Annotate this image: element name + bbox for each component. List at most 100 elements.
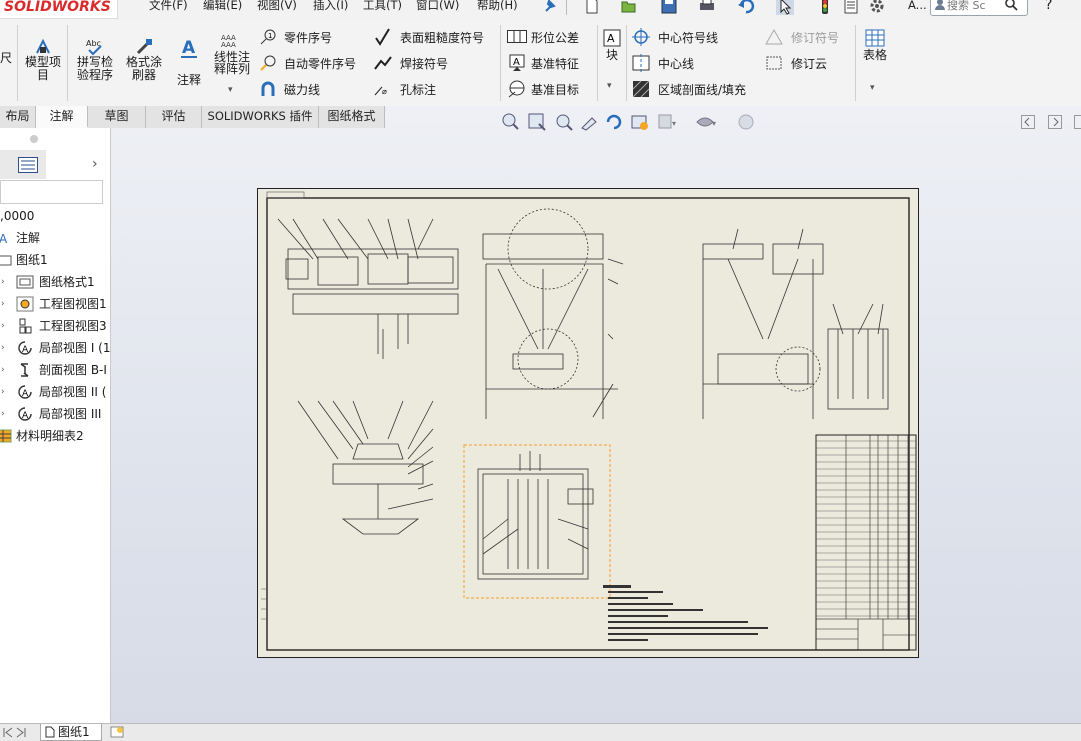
block-icon: A — [603, 29, 621, 47]
zoom-to-fit-icon[interactable] — [500, 112, 520, 132]
revision-cloud-button[interactable]: 修订云 — [763, 53, 853, 73]
undo-icon[interactable] — [737, 0, 755, 15]
tree-item-section-view-b[interactable]: › 剖面视图 B-I — [0, 359, 110, 381]
save-icon[interactable] — [660, 0, 678, 15]
smart-dimension-label[interactable]: 尺 — [0, 49, 12, 66]
options-gear-icon[interactable] — [868, 0, 886, 15]
balloon-button[interactable]: 1 零件序号 — [258, 27, 378, 47]
magnetic-line-button[interactable]: 磁力线 — [258, 79, 378, 99]
pin-icon[interactable] — [540, 0, 558, 15]
panel-grip[interactable] — [30, 135, 38, 143]
open-icon[interactable] — [620, 0, 638, 15]
menu-overflow[interactable]: A... — [908, 0, 927, 13]
gtol-button[interactable]: 形位公差 — [505, 27, 595, 47]
drawing-content — [261, 191, 917, 651]
table-button[interactable]: 表格 ▾ — [858, 29, 892, 101]
centerline-button[interactable]: 中心线 — [630, 53, 760, 73]
traffic-light-icon[interactable] — [816, 0, 834, 15]
collapse-right-icon[interactable] — [1048, 115, 1062, 129]
chevron-right-icon[interactable]: › — [92, 156, 98, 172]
tab-sheet-format[interactable]: 图纸格式 — [319, 106, 385, 128]
sheet-tab-sheet1[interactable]: 图纸1 — [40, 724, 102, 741]
tree-item-drawing-view1[interactable]: › 工程图视图1 — [0, 293, 110, 315]
file-properties-icon[interactable] — [842, 0, 860, 15]
expand-arrow-icon[interactable]: › — [1, 293, 5, 315]
menu-window[interactable]: 窗口(W) — [416, 0, 459, 13]
tree-item-detail-view-i[interactable]: › A 局部视图 I (1 — [0, 337, 111, 359]
help-button[interactable]: ? — [1045, 0, 1052, 13]
collapse-left-icon[interactable] — [1021, 115, 1035, 129]
view-settings-icon[interactable] — [630, 112, 650, 132]
tree-item-detail-view-ii[interactable]: › A 局部视图 II ( — [0, 381, 110, 403]
note-icon: A — [181, 38, 197, 58]
rotate-icon[interactable] — [604, 112, 624, 132]
expand-arrow-icon[interactable]: › — [1, 271, 5, 293]
pan-icon[interactable] — [580, 112, 600, 132]
feature-manager-tree: › ,0000 A 注解 图纸1 › 图纸格式1 › 工程图视图1 › 工程图视… — [0, 128, 111, 723]
task-pane-toggle[interactable] — [1074, 115, 1081, 129]
spell-check-button[interactable]: Abc 拼写检验程序 — [73, 37, 117, 99]
datum-target-label: 基准目标 — [531, 83, 580, 97]
expand-arrow-icon[interactable]: › — [1, 403, 5, 425]
menu-view[interactable]: 视图(V) — [257, 0, 297, 13]
solidworks-logo[interactable]: SOLIDWORKS — [0, 0, 118, 19]
center-mark-button[interactable]: 中心符号线 — [630, 27, 760, 47]
note-button[interactable]: A 注释 — [172, 37, 206, 99]
menu-insert[interactable]: 插入(I) — [313, 0, 348, 13]
menu-edit[interactable]: 编辑(E) — [203, 0, 242, 13]
drawing-sheet[interactable] — [257, 188, 919, 658]
datum-target-button[interactable]: 基准目标 — [505, 79, 595, 99]
surface-finish-button[interactable]: 表面粗糙度符号 — [372, 27, 497, 47]
first-sheet-icon[interactable] — [2, 727, 14, 738]
tree-item-detail-view-iii[interactable]: › A 局部视图 III — [0, 403, 117, 425]
datum-feature-button[interactable]: A 基准特征 — [505, 53, 595, 73]
sheet-format-icon — [16, 275, 34, 289]
display-style-icon[interactable]: ▾ — [657, 112, 679, 132]
tree-filter-input[interactable] — [0, 180, 103, 204]
chevron-down-icon[interactable]: ▾ — [228, 85, 233, 95]
expand-arrow-icon[interactable]: › — [1, 381, 5, 403]
block-button[interactable]: A 块 ▾ — [600, 29, 624, 101]
balloon-label: 零件序号 — [284, 31, 333, 45]
linear-note-pattern-button[interactable]: AAA AAA 线性注释阵列 ▾ — [210, 33, 254, 101]
model-items-label: 模型项目 — [24, 55, 61, 82]
chevron-down-icon[interactable]: ▾ — [870, 83, 875, 93]
tab-sketch[interactable]: 草图 — [88, 106, 146, 128]
auto-balloon-button[interactable]: 自动零件序号 — [258, 53, 378, 73]
title-block — [815, 618, 917, 651]
expand-arrow-icon[interactable]: › — [1, 337, 5, 359]
last-sheet-icon[interactable] — [15, 727, 27, 738]
print-icon[interactable] — [698, 0, 716, 15]
menu-tools[interactable]: 工具(T) — [363, 0, 402, 13]
add-sheet-icon[interactable] — [110, 726, 124, 738]
weld-symbol-button[interactable]: 焊接符号 — [372, 53, 497, 73]
expand-arrow-icon[interactable]: › — [1, 359, 5, 381]
format-painter-button[interactable]: 格式涂刷器 — [122, 37, 166, 99]
menu-help[interactable]: 帮助(H) — [477, 0, 518, 13]
gtol-label: 形位公差 — [531, 31, 580, 45]
tab-layout[interactable]: 布局 — [0, 106, 36, 128]
chevron-down-icon[interactable]: ▾ — [607, 81, 612, 91]
tree-item-bom2[interactable]: 材料明细表2 — [0, 425, 110, 447]
appearance-icon[interactable] — [736, 112, 756, 132]
tab-solidworks-addins[interactable]: SOLIDWORKS 插件 — [202, 106, 319, 128]
hide-show-icon[interactable]: ▾ — [695, 112, 717, 132]
menu-file[interactable]: 文件(F) — [149, 0, 188, 13]
tree-item-sheet-format1[interactable]: › 图纸格式1 — [0, 271, 110, 293]
new-document-icon[interactable] — [583, 0, 601, 15]
zoom-area-icon[interactable] — [527, 112, 547, 132]
tab-annotation[interactable]: 注解 — [36, 106, 88, 128]
hole-callout-button[interactable]: ⌀ 孔标注 — [372, 79, 497, 99]
area-hatch-button[interactable]: 区域剖面线/填充 — [630, 79, 760, 99]
search-icon[interactable] — [1004, 0, 1018, 11]
select-cursor-icon[interactable] — [776, 0, 794, 15]
tab-evaluate[interactable]: 评估 — [146, 106, 202, 128]
model-items-button[interactable]: 模型项目 — [23, 37, 63, 99]
divider — [500, 25, 501, 101]
property-manager-icon[interactable] — [18, 157, 38, 173]
revision-cloud-icon — [766, 56, 782, 70]
previous-view-icon[interactable] — [553, 112, 573, 132]
expand-arrow-icon[interactable]: › — [1, 315, 5, 337]
svg-text:AAA: AAA — [221, 41, 236, 47]
tree-item-drawing-view3[interactable]: › 工程图视图3 — [0, 315, 110, 337]
